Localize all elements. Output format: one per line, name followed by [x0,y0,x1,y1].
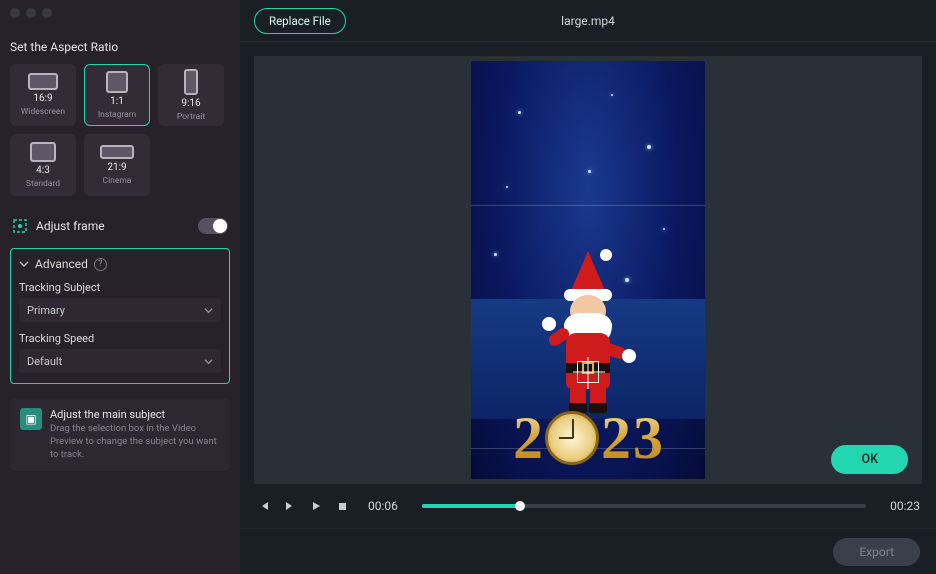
advanced-label: Advanced [35,257,88,271]
chevron-down-icon [204,306,213,315]
export-button[interactable]: Export [833,538,920,566]
ratio-icon [106,71,128,93]
main-panel: Replace File large.mp4 [240,0,936,574]
window-traffic-lights [10,8,52,18]
sidebar: Set the Aspect Ratio 16:9 Widescreen 1:1… [0,0,240,574]
tracking-speed-value: Default [27,355,62,368]
adjust-frame-row: Adjust frame [10,214,230,238]
footer: Export [240,528,936,574]
timeline-progress [422,504,520,508]
santa-figure [542,271,634,411]
tracking-subject-dropdown[interactable]: Primary [19,298,221,322]
tip-icon: ▣ [20,408,42,430]
advanced-panel: Advanced ? Tracking Subject Primary Trac… [10,248,230,384]
toggle-knob [213,219,227,233]
adjust-frame-label: Adjust frame [36,219,105,233]
ratio-tile-9-16[interactable]: 9:16 Portrait [158,64,224,126]
video-frame: 2 2 3 [471,61,705,479]
tracking-selection-box[interactable] [577,361,599,383]
ratio-icon [100,145,134,159]
next-frame-button[interactable] [282,500,298,512]
timeline-scrubber[interactable] [422,504,866,508]
aspect-ratio-title: Set the Aspect Ratio [10,40,230,54]
current-time: 00:06 [368,499,398,513]
clock-icon [545,411,599,465]
replace-file-button[interactable]: Replace File [254,8,346,34]
ratio-tile-21-9[interactable]: 21:9 Cinema [84,134,150,196]
tip-title: Adjust the main subject [50,408,220,421]
tracking-subject-value: Primary [27,304,65,317]
ok-button[interactable]: OK [831,445,908,474]
timeline-playhead[interactable] [515,501,525,511]
prev-frame-button[interactable] [256,500,272,512]
play-button[interactable] [308,500,324,512]
adjust-frame-toggle[interactable] [198,218,228,234]
ratio-icon [184,69,198,95]
playback-controls: 00:06 00:23 [240,484,936,528]
filename-label: large.mp4 [561,14,615,28]
chevron-down-icon [204,357,213,366]
ratio-icon [28,73,58,90]
year-graphic: 2 2 3 [471,401,705,475]
tracking-speed-dropdown[interactable]: Default [19,349,221,373]
chevron-down-icon[interactable] [19,259,29,269]
ratio-icon [30,142,56,162]
adjust-frame-icon [12,218,28,234]
ratio-tile-4-3[interactable]: 4:3 Standard [10,134,76,196]
tip-body: Drag the selection box in the Video Prev… [50,423,220,461]
stop-button[interactable] [334,501,350,512]
ratio-tile-16-9[interactable]: 16:9 Widescreen [10,64,76,126]
duration-label: 00:23 [890,499,920,513]
aspect-ratio-grid: 16:9 Widescreen 1:1 Instagram 9:16 Portr… [10,64,230,196]
video-preview[interactable]: 2 2 3 OK [254,56,922,484]
tip-box: ▣ Adjust the main subject Drag the selec… [10,398,230,471]
tracking-subject-label: Tracking Subject [19,281,221,294]
tracking-speed-label: Tracking Speed [19,332,221,345]
ratio-tile-1-1[interactable]: 1:1 Instagram [84,64,150,126]
main-header: Replace File large.mp4 [240,0,936,42]
info-icon[interactable]: ? [94,258,107,271]
